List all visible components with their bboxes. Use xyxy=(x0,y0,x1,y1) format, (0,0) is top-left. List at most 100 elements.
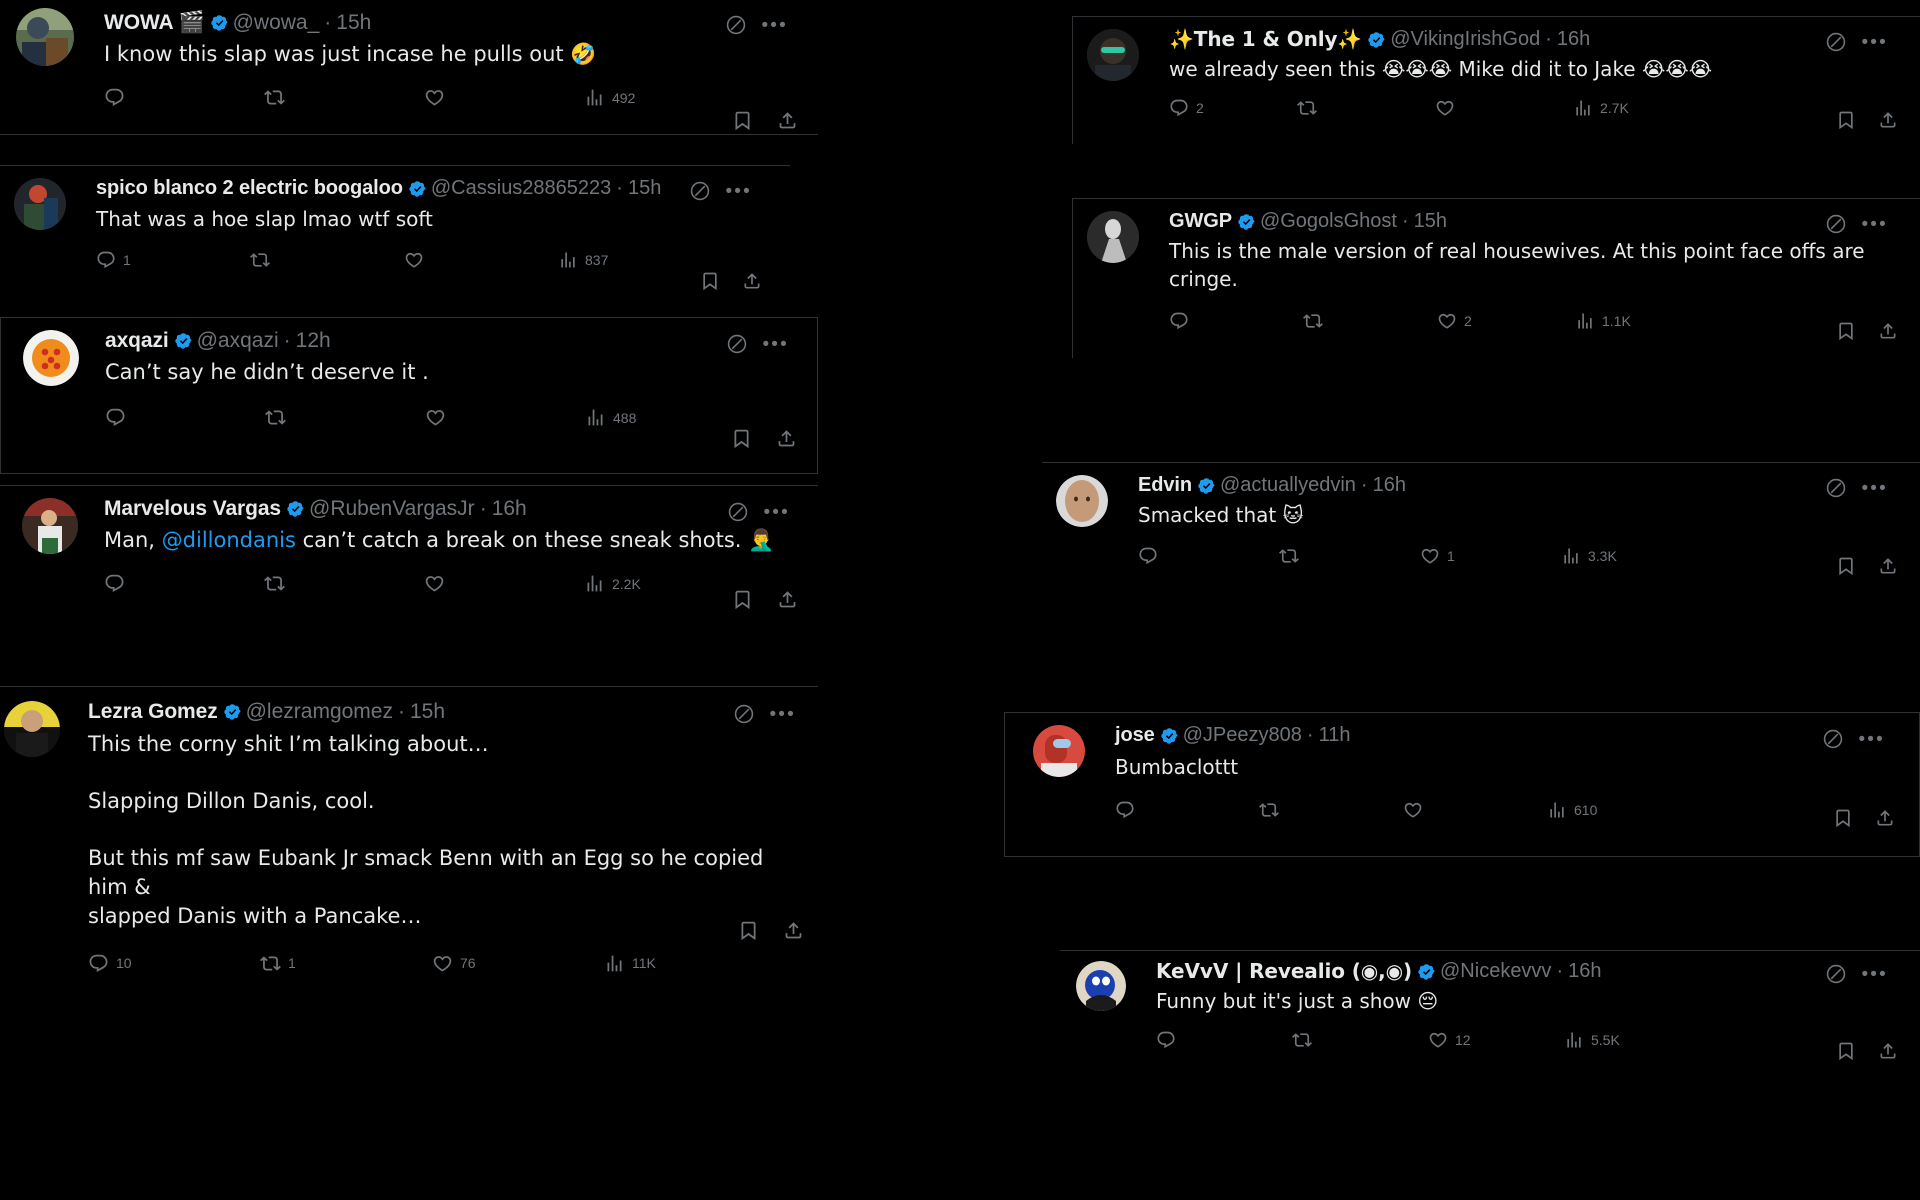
handle[interactable]: @Cassius28865223 xyxy=(431,176,611,201)
grok-icon[interactable] xyxy=(689,180,711,202)
tweet-wowa[interactable]: WOWA 🎬 @wowa_ · 15h I know this slap was… xyxy=(0,0,818,135)
bookmark-icon[interactable] xyxy=(1836,321,1856,341)
grok-icon[interactable] xyxy=(1825,477,1847,499)
share-icon[interactable] xyxy=(777,110,798,131)
retweet-button[interactable] xyxy=(1292,1030,1428,1050)
share-icon[interactable] xyxy=(1878,110,1898,130)
tweet-gwgp[interactable]: GWGP @GogolsGhost · 15h This is the male… xyxy=(1072,198,1920,358)
bookmark-icon[interactable] xyxy=(738,920,759,941)
tweet-marvelous-vargas[interactable]: Marvelous Vargas @RubenVargasJr · 16h Ma… xyxy=(0,485,818,635)
tweet-jose[interactable]: jose @JPeezy808 · 11h Bumbaclottt 610 ••… xyxy=(1004,712,1920,857)
mention-link[interactable]: @dillondanis xyxy=(162,528,296,552)
tweet-spico-blanco[interactable]: spico blanco 2 electric boogaloo @Cassiu… xyxy=(0,165,790,305)
views-button[interactable]: 837 xyxy=(558,250,728,270)
more-icon[interactable]: ••• xyxy=(761,16,788,35)
tweet-edvin[interactable]: Edvin @actuallyedvin · 16h Smacked that … xyxy=(1042,462,1920,592)
bookmark-icon[interactable] xyxy=(732,110,753,131)
more-icon[interactable]: ••• xyxy=(1861,479,1888,498)
display-name[interactable]: GWGP xyxy=(1169,209,1232,234)
retweet-button[interactable] xyxy=(264,87,424,108)
display-name[interactable]: Marvelous Vargas xyxy=(104,496,281,522)
grok-icon[interactable] xyxy=(733,703,755,725)
handle[interactable]: @lezramgomez xyxy=(246,699,393,725)
display-name[interactable]: axqazi xyxy=(105,328,169,354)
share-icon[interactable] xyxy=(1878,1041,1898,1061)
more-icon[interactable]: ••• xyxy=(1858,730,1885,749)
tweet-axqazi[interactable]: axqazi @axqazi · 12h Can’t say he didn’t… xyxy=(0,317,818,474)
like-button[interactable] xyxy=(425,407,585,428)
handle[interactable]: @RubenVargasJr xyxy=(309,496,475,522)
avatar[interactable] xyxy=(1056,475,1108,527)
grok-icon[interactable] xyxy=(726,333,748,355)
avatar[interactable] xyxy=(14,178,66,230)
share-icon[interactable] xyxy=(1875,808,1895,828)
retweet-button[interactable]: 1 xyxy=(260,953,432,974)
reply-button[interactable]: 1 xyxy=(96,250,250,270)
more-icon[interactable]: ••• xyxy=(763,503,790,522)
retweet-button[interactable] xyxy=(1279,546,1420,566)
retweet-button[interactable] xyxy=(1297,98,1435,118)
handle[interactable]: @Nicekevvv xyxy=(1440,959,1551,984)
views-button[interactable]: 11K xyxy=(604,953,784,974)
like-button[interactable]: 1 xyxy=(1420,546,1561,566)
like-button[interactable] xyxy=(404,250,558,270)
more-icon[interactable]: ••• xyxy=(1861,33,1888,52)
more-icon[interactable]: ••• xyxy=(1861,965,1888,984)
reply-button[interactable] xyxy=(1169,311,1303,331)
display-name[interactable]: jose xyxy=(1115,723,1155,748)
display-name[interactable]: spico blanco 2 electric boogaloo xyxy=(96,176,403,201)
like-button[interactable]: 12 xyxy=(1428,1030,1564,1050)
reply-button[interactable] xyxy=(104,573,264,594)
retweet-button[interactable] xyxy=(250,250,404,270)
avatar[interactable] xyxy=(1087,211,1139,263)
like-button[interactable] xyxy=(424,573,584,594)
retweet-button[interactable] xyxy=(1259,800,1403,820)
like-button[interactable]: 2 xyxy=(1437,311,1575,331)
views-button[interactable]: 2.7K xyxy=(1573,98,1733,118)
grok-icon[interactable] xyxy=(1825,963,1847,985)
like-button[interactable] xyxy=(1403,800,1547,820)
reply-button[interactable] xyxy=(1115,800,1259,820)
display-name[interactable]: WOWA 🎬 xyxy=(104,10,205,36)
reply-button[interactable] xyxy=(1156,1030,1292,1050)
reply-button[interactable] xyxy=(1138,546,1279,566)
views-button[interactable]: 488 xyxy=(585,407,765,428)
reply-button[interactable] xyxy=(104,87,264,108)
grok-icon[interactable] xyxy=(1822,728,1844,750)
more-icon[interactable]: ••• xyxy=(1861,215,1888,234)
views-button[interactable]: 610 xyxy=(1547,800,1707,820)
avatar[interactable] xyxy=(23,330,79,386)
display-name[interactable]: Lezra Gomez xyxy=(88,699,218,725)
like-button[interactable] xyxy=(1435,98,1573,118)
grok-icon[interactable] xyxy=(1825,213,1847,235)
display-name[interactable]: Edvin xyxy=(1138,473,1192,498)
avatar[interactable] xyxy=(16,8,74,66)
more-icon[interactable]: ••• xyxy=(769,705,796,724)
avatar[interactable] xyxy=(1087,29,1139,81)
grok-icon[interactable] xyxy=(1825,31,1847,53)
handle[interactable]: @VikingIrishGod xyxy=(1390,27,1540,52)
share-icon[interactable] xyxy=(783,920,804,941)
views-button[interactable]: 492 xyxy=(584,87,764,108)
reply-button[interactable] xyxy=(105,407,265,428)
reply-button[interactable]: 10 xyxy=(88,953,260,974)
avatar[interactable] xyxy=(22,498,78,554)
display-name[interactable]: ✨The 1 & Only✨ xyxy=(1169,27,1362,52)
display-name[interactable]: KeVvV | Revealio (◉,◉) xyxy=(1156,959,1412,984)
tweet-lezra-gomez[interactable]: Lezra Gomez @lezramgomez · 15h This the … xyxy=(0,686,818,1200)
handle[interactable]: @JPeezy808 xyxy=(1183,723,1302,748)
avatar[interactable] xyxy=(1076,961,1126,1011)
retweet-button[interactable] xyxy=(1303,311,1437,331)
bookmark-icon[interactable] xyxy=(1833,808,1853,828)
views-button[interactable]: 5.5K xyxy=(1564,1030,1724,1050)
tweet-viking-irish-god[interactable]: ✨The 1 & Only✨ @VikingIrishGod · 16h we … xyxy=(1072,16,1920,144)
bookmark-icon[interactable] xyxy=(731,428,752,449)
more-icon[interactable]: ••• xyxy=(762,335,789,354)
more-icon[interactable]: ••• xyxy=(725,182,752,201)
bookmark-icon[interactable] xyxy=(700,271,720,291)
handle[interactable]: @actuallyedvin xyxy=(1220,473,1356,498)
bookmark-icon[interactable] xyxy=(1836,556,1856,576)
views-button[interactable]: 1.1K xyxy=(1575,311,1735,331)
share-icon[interactable] xyxy=(742,271,762,291)
handle[interactable]: @axqazi xyxy=(197,328,279,354)
